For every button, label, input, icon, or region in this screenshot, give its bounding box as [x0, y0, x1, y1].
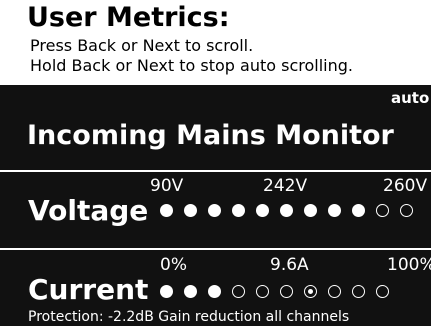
current-led: [208, 285, 221, 298]
auto-scroll-instruction: Hold Back or Next to stop auto scrolling…: [30, 56, 353, 75]
current-led: [280, 285, 293, 298]
current-led: [376, 285, 389, 298]
voltage-led: [400, 204, 413, 217]
voltage-led: [328, 204, 341, 217]
voltage-led: [160, 204, 173, 217]
current-tick-mid: 9.6A: [270, 255, 309, 275]
auto-scroll-indicator: auto: [391, 89, 430, 107]
voltage-tick-max: 260V: [383, 176, 428, 196]
current-led: [160, 285, 173, 298]
page-title: User Metrics:: [27, 2, 230, 33]
protection-status: Protection: -2.2dB Gain reduction all ch…: [28, 309, 350, 325]
current-led: [232, 285, 245, 298]
voltage-led: [280, 204, 293, 217]
scroll-instruction: Press Back or Next to scroll.: [30, 36, 254, 55]
help-header: User Metrics: Press Back or Next to scro…: [0, 0, 431, 85]
current-led: [304, 285, 317, 298]
current-tick-min: 0%: [160, 255, 187, 275]
voltage-led: [232, 204, 245, 217]
divider: [0, 248, 431, 250]
current-led: [184, 285, 197, 298]
current-led-meter: [160, 285, 431, 303]
current-led: [256, 285, 269, 298]
voltage-tick-mid: 242V: [263, 176, 308, 196]
device-display: auto Incoming Mains Monitor 90V 242V 260…: [0, 85, 431, 326]
voltage-led-meter: [160, 204, 431, 222]
current-led: [328, 285, 341, 298]
voltage-led: [256, 204, 269, 217]
monitor-title: Incoming Mains Monitor: [27, 120, 394, 151]
current-led: [352, 285, 365, 298]
divider: [0, 170, 431, 172]
voltage-led: [304, 204, 317, 217]
voltage-led: [376, 204, 389, 217]
voltage-tick-min: 90V: [150, 176, 184, 196]
voltage-label: Voltage: [28, 194, 149, 227]
current-tick-max: 100%: [387, 255, 431, 275]
voltage-led: [208, 204, 221, 217]
voltage-led: [184, 204, 197, 217]
voltage-led: [352, 204, 365, 217]
current-label: Current: [28, 273, 149, 306]
